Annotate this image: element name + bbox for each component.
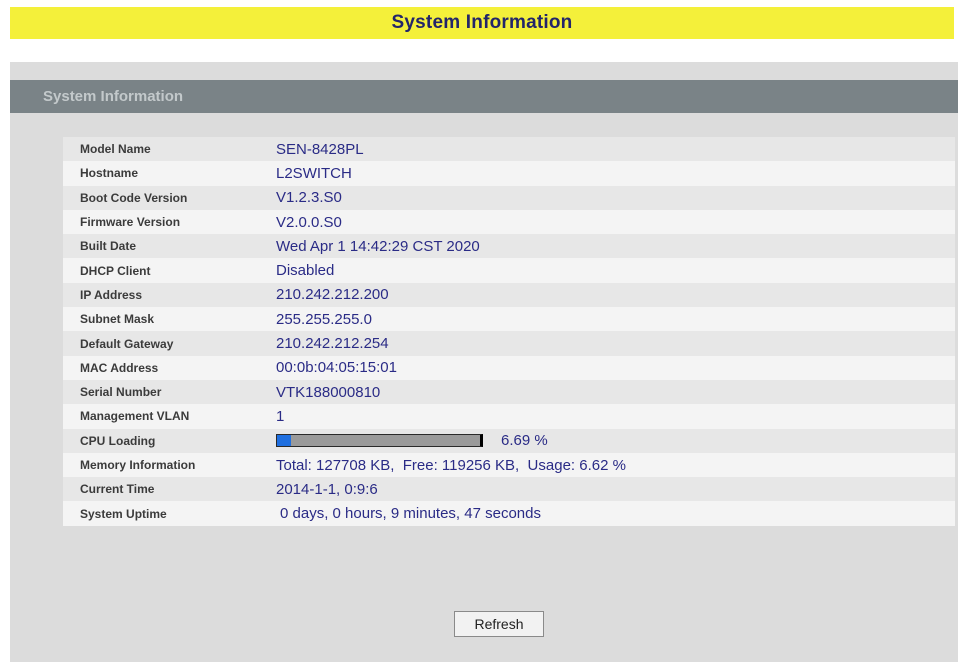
cpu-loading-value: 6.69 %	[276, 429, 955, 453]
row-label: IP Address	[80, 287, 143, 302]
system-info-table: Model Name SEN-8428PL Hostname L2SWITCH …	[63, 137, 955, 526]
table-row: MAC Address 00:0b:04:05:15:01	[63, 355, 955, 380]
row-value: V2.0.0.S0	[276, 213, 342, 231]
table-row-uptime: System Uptime 0 days, 0 hours, 9 minutes…	[63, 501, 955, 526]
system-uptime-text: 0 days, 0 hours, 9 minutes, 47 seconds	[280, 505, 541, 523]
refresh-button[interactable]: Refresh	[454, 611, 544, 637]
row-value: 210.242.212.200	[276, 286, 389, 304]
row-label: MAC Address	[80, 360, 159, 375]
current-time-label: Current Time	[80, 482, 155, 497]
system-information-panel: System Information Model Name SEN-8428PL…	[10, 62, 958, 662]
row-label: Firmware Version	[80, 215, 181, 230]
table-row-cpu: CPU Loading 6.69 %	[63, 428, 955, 453]
cpu-loading-text: 6.69 %	[501, 432, 548, 450]
row-label: Boot Code Version	[80, 190, 188, 205]
table-row: Subnet Mask 255.255.255.0	[63, 307, 955, 332]
memory-information-value: Total: 127708 KB, Free: 119256 KB, Usage…	[276, 456, 626, 474]
row-label: Model Name	[80, 142, 151, 157]
memory-information-label: Memory Information	[80, 458, 196, 472]
row-label: Subnet Mask	[80, 312, 155, 327]
row-value: SEN-8428PL	[276, 140, 364, 158]
row-label: Default Gateway	[80, 336, 174, 351]
table-row: DHCP Client Disabled	[63, 258, 955, 283]
panel-title: System Information	[43, 88, 184, 105]
page-title-bar: System Information	[10, 7, 954, 39]
cpu-loading-bar	[276, 434, 483, 448]
current-time-value: 2014-1-1, 0:9:6	[276, 480, 378, 498]
cpu-loading-label: CPU Loading	[80, 433, 156, 448]
cpu-loading-bar-fill	[277, 435, 291, 447]
table-row: Firmware Version V2.0.0.S0	[63, 209, 955, 235]
system-uptime-value: 0 days, 0 hours, 9 minutes, 47 seconds	[276, 501, 955, 525]
table-row: IP Address 210.242.212.200	[63, 282, 955, 308]
row-value: Disabled	[276, 262, 335, 280]
panel-header: System Information	[10, 80, 958, 113]
page-title: System Information	[391, 12, 573, 33]
row-value: L2SWITCH	[276, 164, 352, 182]
row-value: VTK188000810	[276, 383, 381, 401]
table-row-current-time: Current Time 2014-1-1, 0:9:6	[63, 477, 955, 502]
table-row: Built Date Wed Apr 1 14:42:29 CST 2020	[63, 234, 955, 259]
row-value: 00:0b:04:05:15:01	[276, 359, 397, 377]
row-value: Wed Apr 1 14:42:29 CST 2020	[276, 237, 480, 255]
table-row: Management VLAN 1	[63, 404, 955, 429]
row-value: 255.255.255.0	[276, 310, 372, 328]
row-label: DHCP Client	[80, 263, 151, 278]
row-label: Serial Number	[80, 385, 162, 400]
table-row-memory: Memory Information Total: 127708 KB, Fre…	[63, 452, 955, 478]
row-value: 1	[276, 407, 285, 425]
row-value: V1.2.3.S0	[276, 189, 342, 207]
row-label: Management VLAN	[80, 409, 190, 424]
table-row: Serial Number VTK188000810	[63, 379, 955, 405]
system-uptime-label: System Uptime	[80, 506, 167, 521]
row-value: 210.242.212.254	[276, 335, 389, 353]
table-row: Model Name SEN-8428PL	[63, 137, 955, 162]
row-label: Built Date	[80, 239, 137, 254]
table-row: Default Gateway 210.242.212.254	[63, 331, 955, 356]
table-row: Boot Code Version V1.2.3.S0	[63, 185, 955, 210]
table-row: Hostname L2SWITCH	[63, 161, 955, 186]
row-label: Hostname	[80, 166, 139, 181]
